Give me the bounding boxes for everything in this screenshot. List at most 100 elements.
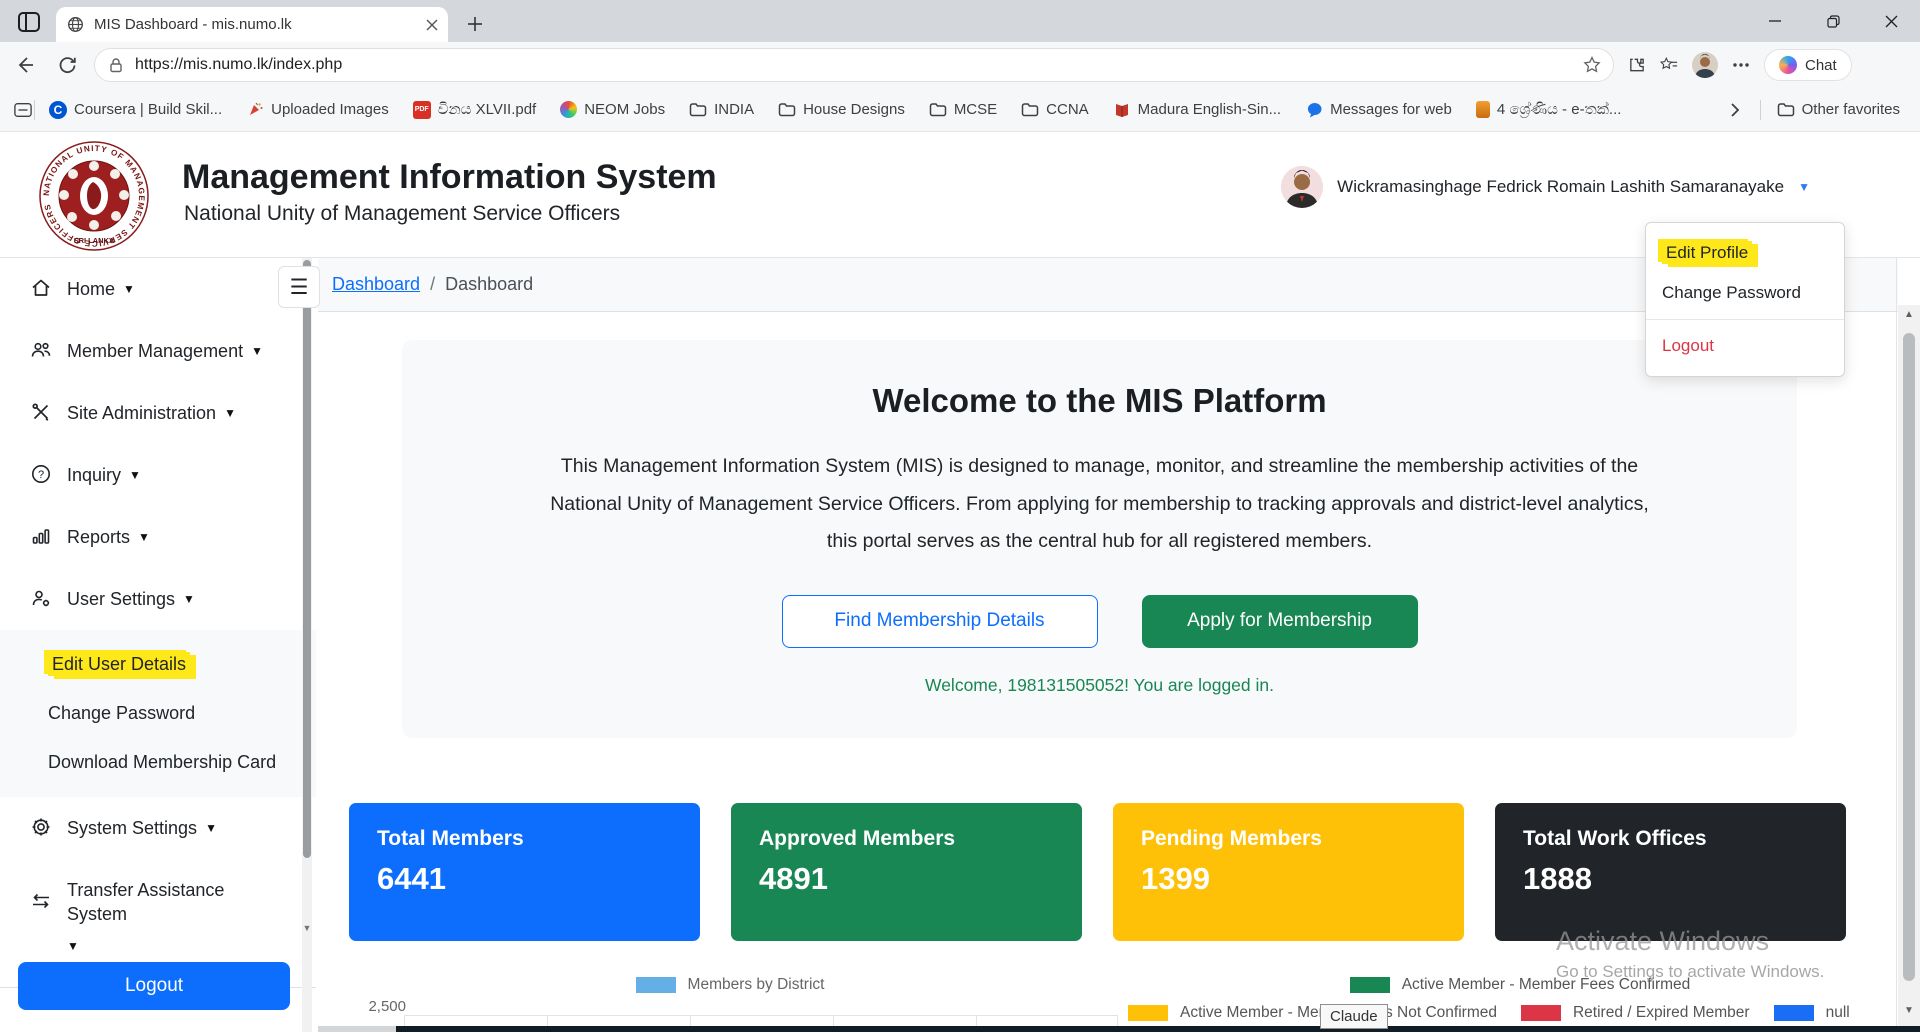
browser-tab[interactable]: MIS Dashboard - mis.numo.lk (56, 7, 448, 42)
bookmark-item[interactable]: INDIA (689, 101, 754, 119)
stat-value: 4891 (759, 861, 1054, 897)
user-gear-icon (30, 587, 52, 609)
welcome-heading: Welcome to the MIS Platform (402, 382, 1797, 420)
app-header: NATIONAL UNITY OF MANAGEMENT SERVICE OFF… (0, 132, 1920, 258)
statue-icon (1476, 101, 1490, 118)
url-text[interactable]: https://mis.numo.lk/index.php (135, 56, 1573, 74)
caret-down-icon: ▼ (67, 934, 79, 958)
folder-icon (929, 101, 947, 119)
bookmarks-overflow-icon[interactable] (1726, 101, 1744, 119)
sidebar-item-edit-user-details[interactable]: Edit User Details (0, 640, 316, 689)
sidebar-item-change-password[interactable]: Change Password (0, 689, 316, 738)
legend-swatch (1350, 977, 1390, 993)
tab-search-icon[interactable] (16, 9, 42, 35)
close-window-button[interactable] (1862, 0, 1920, 42)
sidebar-item-inquiry[interactable]: ? Inquiry▼ (0, 444, 316, 506)
bookmark-item[interactable]: NEOM Jobs (560, 101, 665, 118)
scrollbar-thumb[interactable] (1903, 333, 1915, 981)
sidebar-item-system-settings[interactable]: System Settings▼ (0, 797, 316, 859)
minimize-button[interactable] (1746, 0, 1804, 42)
bookmark-item[interactable]: PDF විනය XLVII.pdf (413, 101, 537, 119)
bookmark-item[interactable]: MCSE (929, 101, 997, 119)
breadcrumb-dashboard-link[interactable]: Dashboard (332, 274, 420, 295)
folder-icon (778, 101, 796, 119)
bar-chart-icon (30, 525, 52, 547)
breadcrumb-current: Dashboard (445, 274, 533, 295)
sidebar-toggle-button[interactable]: ☰ (278, 266, 320, 308)
user-name: Wickramasinghage Fedrick Romain Lashith … (1337, 177, 1784, 197)
legend-swatch (1521, 1005, 1561, 1021)
scroll-down-icon[interactable]: ▼ (302, 923, 312, 933)
login-status-message: Welcome, 198131505052! You are logged in… (402, 675, 1797, 696)
more-options-icon[interactable] (1732, 56, 1750, 74)
page-scrollbar[interactable]: ▲ ▼ (1898, 305, 1920, 1032)
sidebar-logout-button[interactable]: Logout (18, 962, 290, 1010)
pdf-icon: PDF (413, 101, 431, 119)
user-settings-submenu: Edit User Details Change Password Downlo… (0, 630, 316, 797)
breadcrumb-separator: / (430, 274, 435, 295)
scroll-up-icon[interactable]: ▲ (1898, 309, 1920, 320)
sidebar-item-reports[interactable]: Reports▼ (0, 506, 316, 568)
stat-value: 6441 (377, 861, 672, 897)
sidebar-item-site-administration[interactable]: Site Administration▼ (0, 382, 316, 444)
favorite-star-icon[interactable] (1583, 56, 1601, 74)
other-favorites-button[interactable]: Other favorites (1777, 101, 1900, 119)
favorites-bar-icon[interactable] (1660, 56, 1678, 74)
change-password-menu-item[interactable]: Change Password (1646, 273, 1844, 313)
bookmark-item[interactable]: 4 ශ්‍රේණිය - e-තක්... (1476, 101, 1622, 118)
divider (1896, 258, 1897, 1032)
tools-icon (30, 401, 52, 423)
tab-title: MIS Dashboard - mis.numo.lk (94, 16, 416, 33)
refresh-button[interactable] (50, 48, 84, 82)
browser-window: MIS Dashboard - mis.numo.lk (0, 0, 1920, 1032)
sidebar-scrollbar[interactable]: ▼ (302, 258, 312, 1032)
tab-close-icon[interactable] (426, 19, 438, 31)
back-button[interactable] (8, 48, 42, 82)
copilot-icon (1779, 56, 1797, 74)
sidebar-item-download-membership-card[interactable]: Download Membership Card (0, 738, 316, 787)
district-chart-legend: Members by District (340, 976, 1120, 994)
lock-icon[interactable] (107, 56, 125, 74)
logout-menu-item[interactable]: Logout (1646, 326, 1844, 366)
page-title: Management Information System (182, 158, 717, 197)
find-membership-button[interactable]: Find Membership Details (782, 595, 1098, 648)
bookmark-item[interactable]: C Coursera | Build Skil... (49, 101, 222, 119)
transfer-icon (30, 890, 52, 912)
sidebar-nav: Home▼ Member Management▼ Site Administra… (0, 258, 316, 1032)
apply-membership-button[interactable]: Apply for Membership (1142, 595, 1418, 648)
toolbar-right-icons: Chat (1628, 49, 1852, 81)
bookmark-item[interactable]: Uploaded Images (246, 101, 389, 119)
copilot-chat-button[interactable]: Chat (1764, 49, 1852, 81)
member-status-chart-legend-row2: Active Member - Member Fees Not Confirme… (1128, 1004, 1890, 1022)
sidebar-item-member-management[interactable]: Member Management▼ (0, 320, 316, 382)
welcome-card: Welcome to the MIS Platform This Managem… (402, 340, 1797, 738)
chart-gridline (404, 1015, 1118, 1016)
bookmark-item[interactable]: Madura English-Sin... (1113, 101, 1281, 119)
user-menu-trigger[interactable]: Wickramasinghage Fedrick Romain Lashith … (1281, 166, 1810, 208)
extensions-icon[interactable] (1628, 56, 1646, 74)
bookmark-item[interactable]: House Designs (778, 101, 905, 119)
globe-icon (66, 16, 84, 34)
bookmark-item[interactable]: Messages for web (1305, 101, 1452, 119)
new-tab-button[interactable] (462, 11, 488, 37)
caret-down-icon: ▼ (138, 525, 150, 549)
bookmark-item[interactable]: CCNA (1021, 101, 1089, 119)
red-book-icon (1113, 101, 1131, 119)
status-tooltip: Claude (1320, 1004, 1388, 1029)
sidebar-item-user-settings[interactable]: User Settings▼ (0, 568, 316, 630)
sidebar-item-transfer-assistance[interactable]: Transfer Assistance System▼ (0, 859, 316, 977)
reading-list-icon[interactable] (14, 101, 32, 119)
legend-swatch (636, 977, 676, 993)
stat-card-total-members: Total Members 6441 (349, 803, 700, 941)
chat-bubble-icon (1305, 101, 1323, 119)
edit-profile-menu-item[interactable]: Edit Profile (1646, 233, 1844, 273)
divider (34, 100, 35, 120)
sidebar-item-home[interactable]: Home▼ (0, 258, 316, 320)
scroll-down-icon[interactable]: ▼ (1898, 1005, 1920, 1016)
address-bar[interactable]: https://mis.numo.lk/index.php (94, 48, 1614, 82)
restore-button[interactable] (1804, 0, 1862, 42)
user-avatar (1281, 166, 1323, 208)
activate-windows-watermark-subtext: Go to Settings to activate Windows. (1556, 962, 1824, 982)
scrollbar-thumb[interactable] (303, 260, 311, 858)
profile-avatar[interactable] (1692, 52, 1718, 78)
